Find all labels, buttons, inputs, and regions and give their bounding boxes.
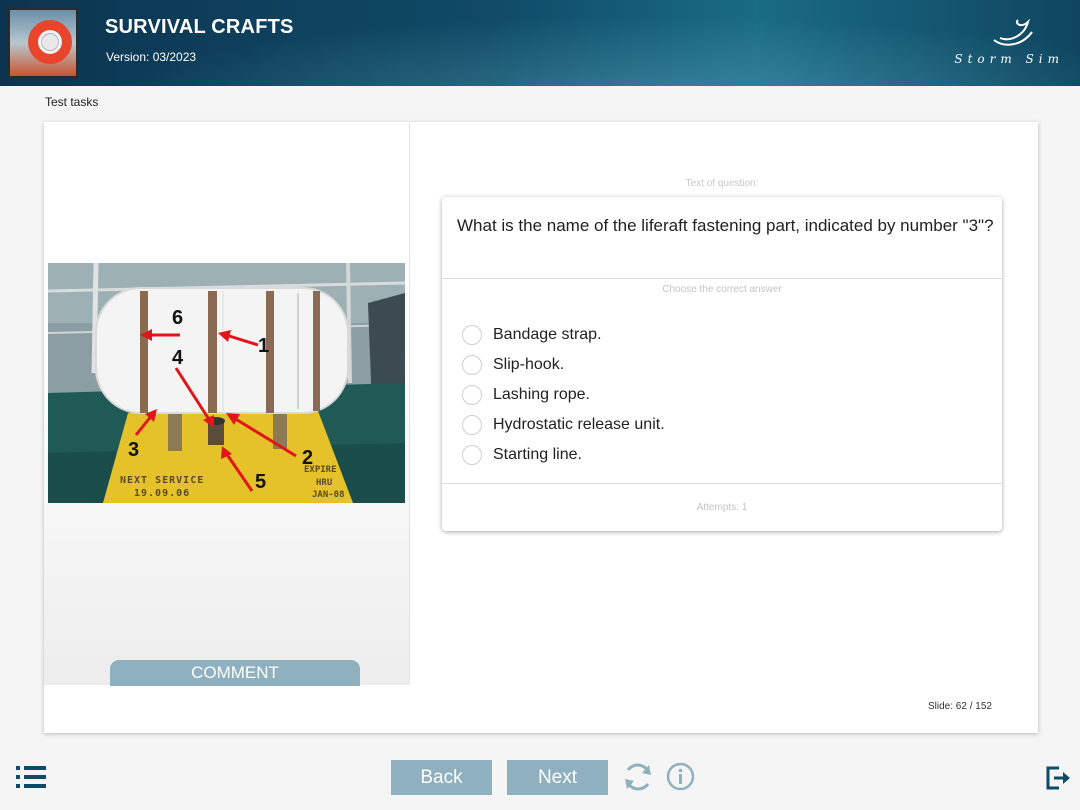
photo-label-5: 5 — [255, 471, 267, 493]
photo-label-1: 1 — [258, 335, 270, 357]
answer-option[interactable]: Lashing rope. — [462, 380, 665, 410]
stencil-next-service: NEXT SERVICE — [120, 475, 205, 486]
photo-label-4: 4 — [172, 347, 184, 369]
stencil-date: 19.09.06 — [134, 488, 191, 499]
back-button[interactable]: Back — [391, 760, 492, 795]
app-header: SURVIVAL CRAFTS Version: 03/2023 Storm S… — [0, 0, 1080, 86]
answer-instruction: Choose the correct answer — [662, 284, 782, 295]
question-text: What is the name of the liferaft fasteni… — [457, 216, 994, 235]
answer-option[interactable]: Hydrostatic release unit. — [462, 410, 665, 440]
stencil-expire: EXPIRE — [304, 465, 337, 475]
photo-label-6: 6 — [172, 307, 184, 329]
divider — [442, 278, 1002, 279]
answer-option[interactable]: Slip-hook. — [462, 350, 665, 380]
list-menu-icon[interactable] — [16, 766, 48, 788]
divider — [442, 483, 1002, 484]
radio-button[interactable] — [462, 415, 482, 435]
question-caption: Text of question: — [685, 178, 759, 189]
exit-icon[interactable] — [1045, 765, 1071, 791]
radio-button[interactable] — [462, 385, 482, 405]
info-icon[interactable] — [666, 762, 695, 791]
question-box: What is the name of the liferaft fasteni… — [442, 197, 1002, 531]
answer-list: Bandage strap. Slip-hook. Lashing rope. … — [462, 320, 665, 470]
answer-label[interactable]: Starting line. — [493, 446, 582, 464]
answer-option[interactable]: Bandage strap. — [462, 320, 665, 350]
liferaft-photo: 6 1 4 3 2 5 NEXT SERVICE 19.09.06 EXPIRE… — [48, 263, 405, 503]
image-panel: 6 1 4 3 2 5 NEXT SERVICE 19.09.06 EXPIRE… — [44, 122, 410, 686]
course-thumbnail — [8, 8, 78, 78]
answer-label[interactable]: Bandage strap. — [493, 326, 602, 344]
brand-logo-icon — [993, 18, 1033, 46]
photo-label-3: 3 — [128, 439, 140, 461]
radio-button[interactable] — [462, 355, 482, 375]
slide-counter: Slide: 62 / 152 — [928, 701, 992, 712]
radio-button[interactable] — [462, 445, 482, 465]
answer-option[interactable]: Starting line. — [462, 440, 665, 470]
refresh-icon[interactable] — [622, 761, 654, 793]
attempts-counter: Attempts: 1 — [696, 502, 748, 513]
stencil-hru: HRU — [316, 478, 333, 488]
answer-label[interactable]: Slip-hook. — [493, 356, 564, 374]
app-title: SURVIVAL CRAFTS — [105, 16, 294, 38]
breadcrumb: Test tasks — [45, 95, 99, 109]
answer-label[interactable]: Lashing rope. — [493, 386, 590, 404]
content-card: 6 1 4 3 2 5 NEXT SERVICE 19.09.06 EXPIRE… — [44, 122, 1038, 733]
app-version: Version: 03/2023 — [106, 50, 197, 64]
brand-name: Storm Sim — [954, 52, 1064, 66]
comment-button[interactable]: COMMENT — [110, 660, 360, 686]
answer-label[interactable]: Hydrostatic release unit. — [493, 416, 665, 434]
stencil-jan: JAN-08 — [312, 490, 345, 500]
next-button[interactable]: Next — [507, 760, 608, 795]
radio-button[interactable] — [462, 325, 482, 345]
